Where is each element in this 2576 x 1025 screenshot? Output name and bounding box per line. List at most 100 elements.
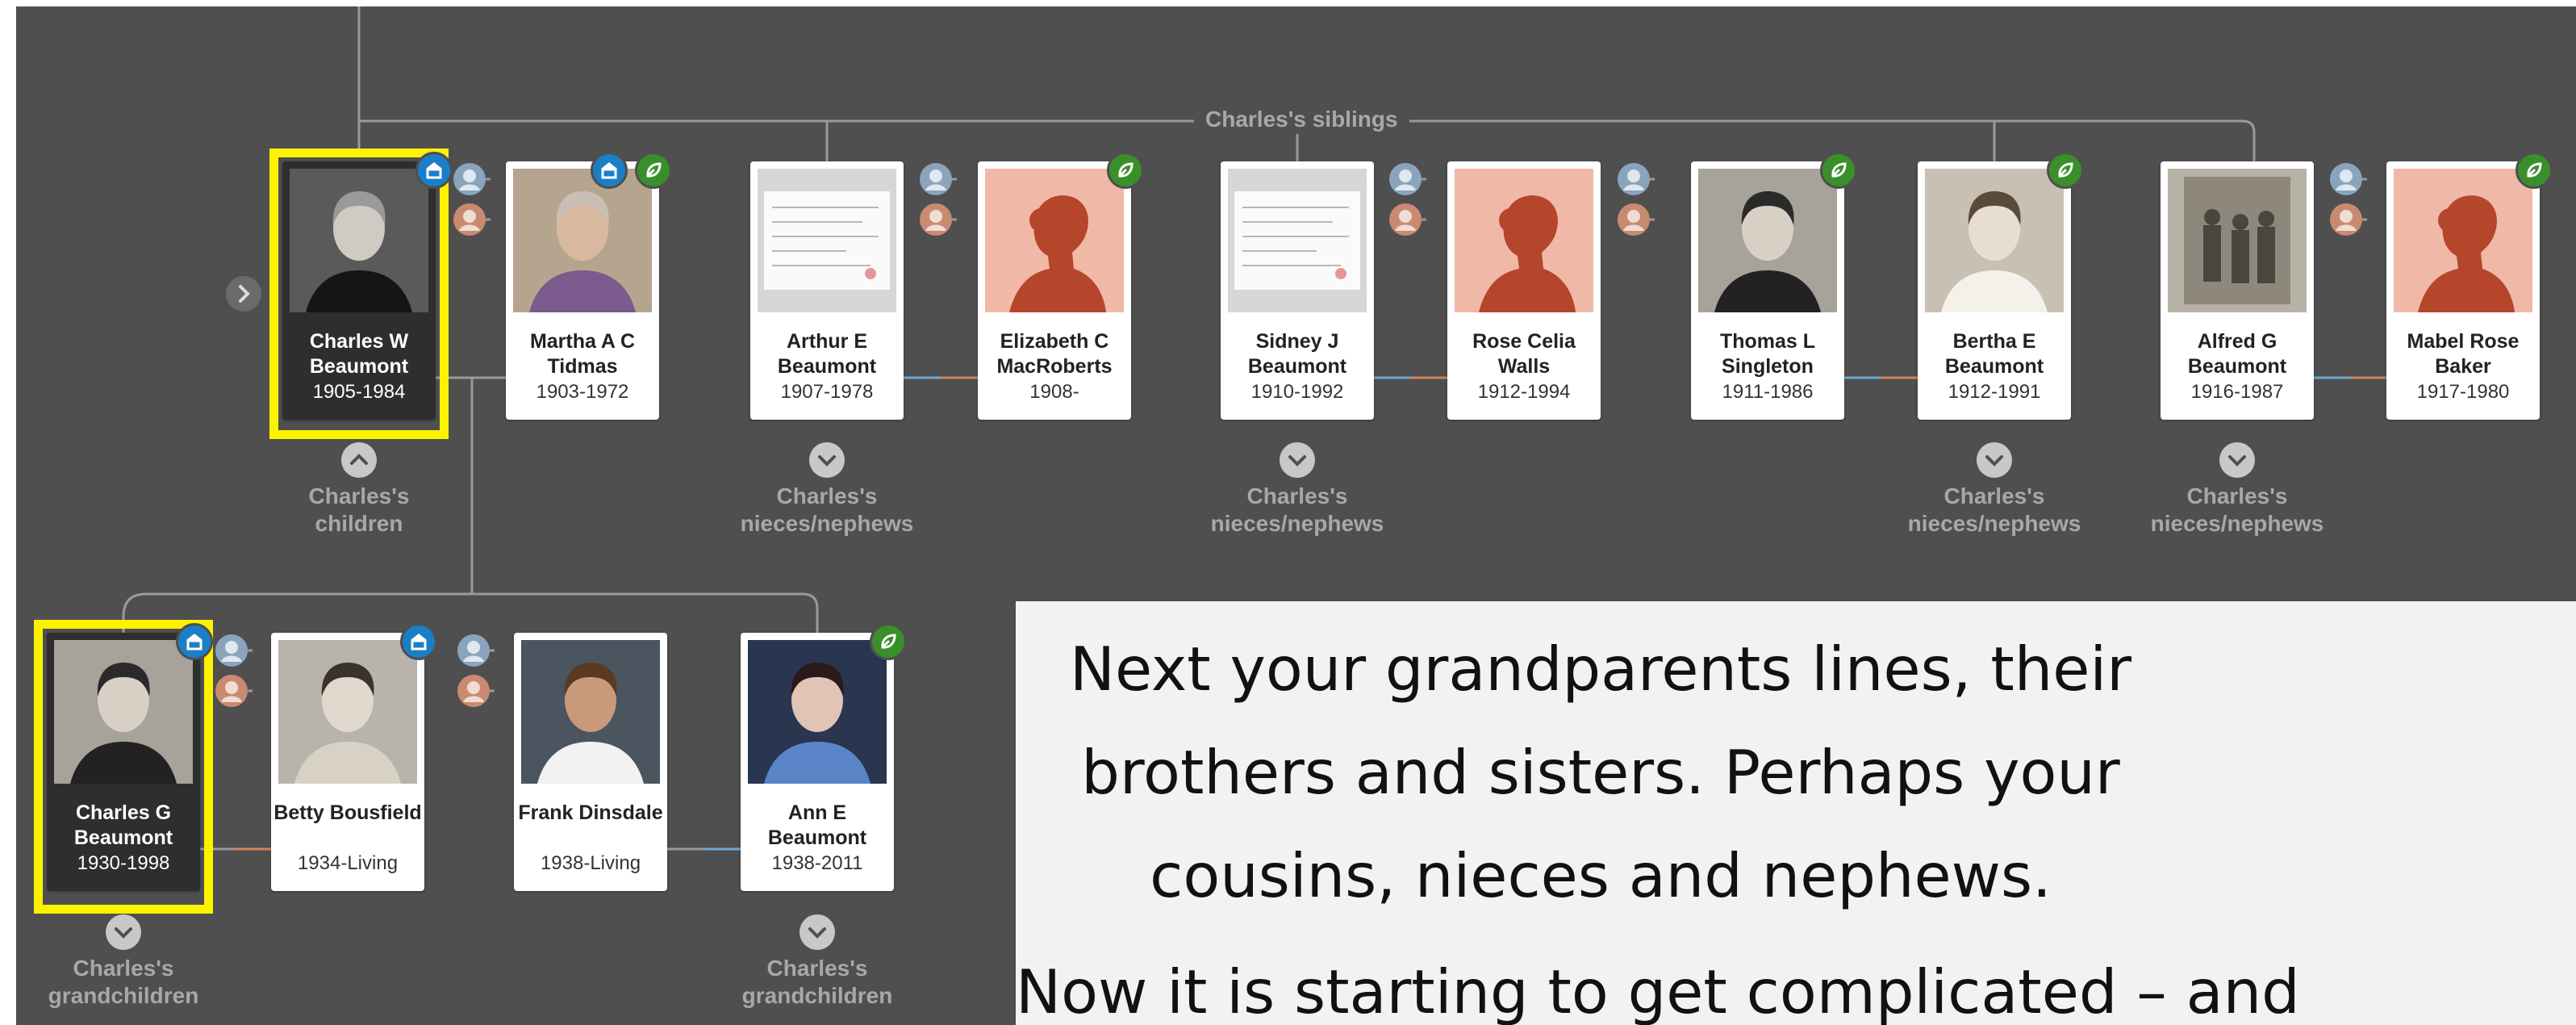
person-dates: 1911-1986 [1722,381,1814,403]
group-label-line: Charles's [766,956,868,981]
leaf-hint-icon[interactable] [1107,152,1144,189]
person-name: Mabel Rose Baker [2407,330,2520,378]
person-card-mabel[interactable]: Mabel Rose Baker 1917-1980 [2386,161,2540,420]
expand-ancestors-button[interactable] [226,276,261,312]
view-parents-icon[interactable] [456,633,496,713]
person-name: Sidney J Beaumont [1247,330,1347,378]
person-name: Betty Bousfield [273,801,422,824]
person-card-thomas[interactable]: Thomas L Singleton 1911-1986 [1691,161,1844,420]
slide: Charles's siblings Charles W Beaumont 190… [0,0,2576,1025]
person-name: Martha A C Tidmas [529,330,636,378]
group-label-nieces3[interactable]: Charles's nieces/nephews [1873,483,2115,538]
person-dates: 1912-1994 [1477,381,1571,403]
person-name: Charles G Beaumont [73,801,173,849]
siblings-group-label: Charles's siblings [1194,105,1409,134]
person-card-charles-g[interactable]: Charles G Beaumont 1930-1998 [47,633,200,891]
person-dates: 1910-1992 [1250,381,1344,403]
group-label-line: children [315,511,403,536]
group-label-grand2[interactable]: Charles's grandchildren [696,955,938,1010]
group-label-nieces4[interactable]: Charles's nieces/nephews [2116,483,2358,538]
view-parents-icon[interactable] [1616,161,1656,242]
leaf-hint-icon[interactable] [635,152,672,189]
group-label-grand1[interactable]: Charles's grandchildren [2,955,244,1010]
person-card-martha[interactable]: Martha A C Tidmas 1903-1972 [506,161,659,420]
group-label-line: nieces/nephews [2150,511,2324,536]
person-name: Frank Dinsdale [518,801,663,824]
view-parents-icon[interactable] [918,161,958,242]
person-name: Bertha E Beaumont [1944,330,2044,378]
record-hint-icon[interactable] [415,152,453,189]
group-label-line: grandchildren [48,983,199,1008]
person-dates: 1934-Living [297,852,399,874]
person-photo [1698,169,1837,312]
group-label-children[interactable]: Charles's children [238,483,480,538]
person-card-alfred[interactable]: Alfred G Beaumont 1916-1987 [2161,161,2314,420]
record-hint-icon[interactable] [400,623,437,660]
person-photo [521,640,660,784]
view-parents-icon[interactable] [1388,161,1428,242]
chevron-down-icon [1985,455,2003,466]
leaf-hint-icon[interactable] [1820,152,1857,189]
silhouette-placeholder-icon [2394,169,2532,312]
person-card-elizabeth[interactable]: Elizabeth C MacRoberts 1908- [978,161,1131,420]
expand-group-button[interactable] [800,914,835,950]
person-dates: 1938-Living [540,852,641,874]
person-dates: 1930-1998 [77,852,170,874]
person-name: Arthur E Beaumont [777,330,877,378]
view-parents-icon[interactable] [214,633,254,713]
expand-group-button[interactable] [1280,442,1315,478]
person-dates: 1917-1980 [2416,381,2510,403]
person-dates: 1916-1987 [2190,381,2284,403]
person-dates: 1903-1972 [536,381,629,403]
view-parents-icon[interactable] [2328,161,2369,242]
group-label-line: Charles's [2186,483,2288,508]
group-label-nieces1[interactable]: Charles's nieces/nephews [706,483,948,538]
person-card-sidney[interactable]: Sidney J Beaumont 1910-1992 [1221,161,1374,420]
group-label-line: nieces/nephews [1210,511,1384,536]
group-label-line: Charles's [308,483,410,508]
person-photo [54,640,193,784]
person-card-frank[interactable]: Frank Dinsdale 1938-Living [514,633,667,891]
group-label-line: nieces/nephews [740,511,914,536]
person-name: Ann E Beaumont [767,801,867,849]
person-photo [748,640,887,784]
paragraph-complicated: Now it is starting to get complicated – … [1016,956,2300,1025]
expand-group-button[interactable] [106,914,141,950]
person-name: Rose Celia Walls [1472,330,1576,378]
person-name: Elizabeth C MacRoberts [996,330,1113,378]
person-photo [1228,169,1367,312]
person-card-bertha[interactable]: Bertha E Beaumont 1912-1991 [1918,161,2071,420]
chevron-up-icon [350,454,368,465]
view-parents-icon[interactable] [452,161,492,242]
expand-group-button[interactable] [809,442,845,478]
expand-group-button[interactable] [1977,442,2012,478]
person-card-arthur[interactable]: Arthur E Beaumont 1907-1978 [750,161,904,420]
leaf-hint-icon[interactable] [2515,152,2553,189]
record-hint-icon[interactable] [591,152,628,189]
person-card-betty[interactable]: Betty Bousfield 1934-Living [271,633,424,891]
group-label-line: Charles's [73,956,174,981]
person-card-charles-w[interactable]: Charles W Beaumont 1905-1984 [282,161,436,420]
connector-line [122,592,819,633]
person-name: Charles W Beaumont [309,330,409,378]
person-dates: 1938-2011 [771,852,863,874]
person-photo [290,169,428,312]
person-dates: 1908- [1029,381,1079,403]
group-label-line: grandchildren [741,983,893,1008]
chevron-right-icon [239,285,250,303]
leaf-hint-icon[interactable] [870,623,907,660]
chevron-down-icon [115,927,132,939]
person-photo [1925,169,2064,312]
leaf-hint-icon[interactable] [2047,152,2084,189]
group-label-line: nieces/nephews [1907,511,2081,536]
person-name: Thomas L Singleton [1719,330,1816,378]
group-label-nieces2[interactable]: Charles's nieces/nephews [1176,483,1418,538]
collapse-group-button[interactable] [341,442,377,478]
person-dates: 1905-1984 [312,381,406,403]
chevron-down-icon [818,455,836,466]
silhouette-placeholder-icon [985,169,1124,312]
person-card-rose[interactable]: Rose Celia Walls 1912-1994 [1447,161,1601,420]
expand-group-button[interactable] [2219,442,2255,478]
record-hint-icon[interactable] [176,623,213,660]
person-card-ann[interactable]: Ann E Beaumont 1938-2011 [741,633,894,891]
